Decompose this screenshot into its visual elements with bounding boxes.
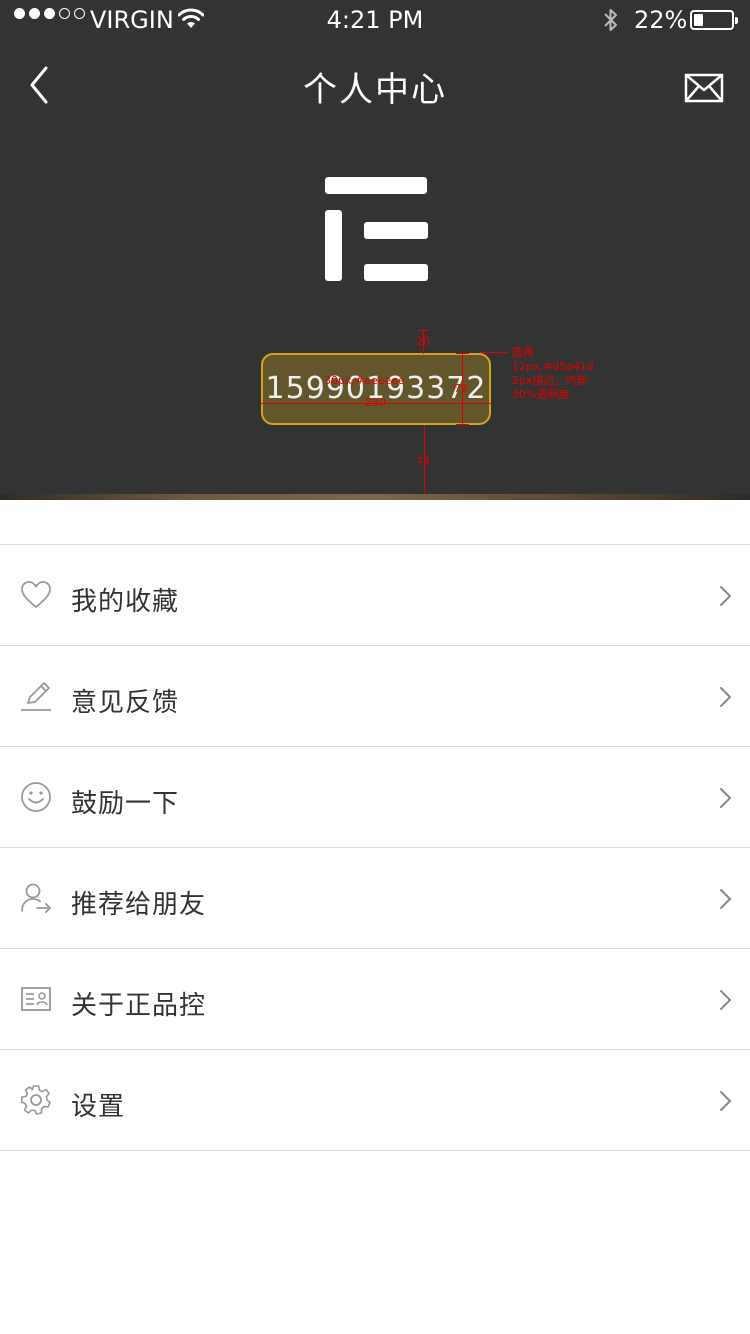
battery-icon [690, 10, 738, 30]
app-logo [325, 177, 428, 281]
annotation-height: 72 [454, 382, 468, 395]
profile-header: VIRGIN 4:21 PM 22% 个人中心 15990193372 20 3… [0, 0, 750, 500]
menu-item-label: 我的收藏 [71, 587, 180, 617]
chevron-right-icon [720, 889, 731, 909]
menu-item-encourage[interactable]: 鼓励一下 [0, 746, 750, 847]
chevron-right-icon [720, 687, 731, 707]
menu-item-favorites[interactable]: 我的收藏 [0, 544, 750, 645]
mail-icon[interactable] [684, 72, 724, 104]
page-title: 个人中心 [303, 70, 447, 110]
menu-item-recommend[interactable]: 推荐给朋友 [0, 847, 750, 948]
share-user-icon [21, 883, 51, 913]
heart-icon [21, 581, 51, 608]
menu-item-about[interactable]: 关于正品控 [0, 948, 750, 1049]
battery-percent: 22% [634, 6, 688, 34]
pencil-icon [21, 682, 51, 711]
chevron-right-icon [720, 788, 731, 808]
menu-item-label: 意见反馈 [71, 688, 180, 718]
id-card-icon [21, 987, 51, 1011]
chevron-right-icon [720, 990, 731, 1010]
chevron-right-icon [720, 1091, 731, 1111]
gear-icon [20, 1085, 51, 1115]
menu-item-label: 设置 [71, 1092, 126, 1122]
status-bar: VIRGIN 4:21 PM 22% [0, 0, 750, 40]
menu-list: 我的收藏 意见反馈 鼓励一下 推荐给朋友 关于正品控 设置 [0, 544, 750, 1151]
annotation-width: 230 [365, 396, 386, 409]
chevron-right-icon [720, 586, 731, 606]
bluetooth-icon [604, 9, 617, 31]
annotation-note: 圆角 12px,#d5a41d 2px描边，内部 30%透明度 [512, 346, 594, 401]
menu-item-label: 推荐给朋友 [71, 890, 207, 920]
smiley-icon [21, 782, 51, 812]
menu-item-feedback[interactable]: 意见反馈 [0, 645, 750, 746]
menu-item-label: 鼓励一下 [71, 789, 180, 819]
annotation-bottom-gap: 74 [416, 455, 430, 468]
menu-item-settings[interactable]: 设置 [0, 1049, 750, 1151]
menu-item-label: 关于正品控 [71, 991, 207, 1021]
annotation-font-spec: 30px,#eeeeee [324, 374, 405, 387]
annotation-top-gap: 20 [416, 335, 430, 348]
